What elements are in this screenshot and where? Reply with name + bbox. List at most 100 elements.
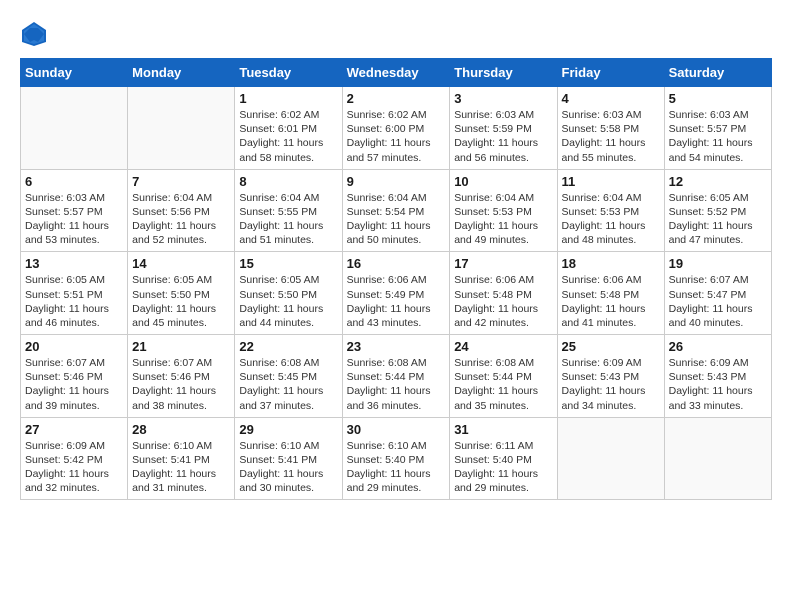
week-row-1: 1 Sunrise: 6:02 AM Sunset: 6:01 PM Daylig… [21,87,772,170]
day-number: 16 [347,256,446,271]
week-row-3: 13Sunrise: 6:05 AM Sunset: 5:51 PM Dayli… [21,252,772,335]
day-info: Sunrise: 6:05 AM Sunset: 5:51 PM Dayligh… [25,273,123,330]
day-number: 5 [669,91,767,106]
calendar-cell [557,417,664,500]
calendar-cell: 11 Sunrise: 6:04 AM Sunset: 5:53 PM Dayli… [557,169,664,252]
day-info: Sunrise: 6:02 AM Sunset: 6:00 PM Dayligh… [347,108,446,165]
day-number: 9 [347,174,446,189]
day-number: 6 [25,174,123,189]
day-number: 11 [562,174,660,189]
day-info: Sunrise: 6:04 AM Sunset: 5:55 PM Dayligh… [239,191,337,248]
day-number: 29 [239,422,337,437]
day-info: Sunrise: 6:04 AM Sunset: 5:54 PM Dayligh… [347,191,446,248]
day-number: 23 [347,339,446,354]
week-row-5: 27 Sunrise: 6:09 AM Sunset: 5:42 PM Dayli… [21,417,772,500]
day-number: 22 [239,339,337,354]
calendar-cell: 21 Sunrise: 6:07 AM Sunset: 5:46 PM Dayli… [128,335,235,418]
logo-icon [20,20,48,48]
calendar-cell: 1 Sunrise: 6:02 AM Sunset: 6:01 PM Daylig… [235,87,342,170]
day-info: Sunrise: 6:07 AM Sunset: 5:47 PM Dayligh… [669,273,767,330]
calendar-cell: 31 Sunrise: 6:11 AM Sunset: 5:40 PM Dayli… [450,417,557,500]
day-number: 20 [25,339,123,354]
weekday-header-monday: Monday [128,59,235,87]
weekday-header-thursday: Thursday [450,59,557,87]
day-info: Sunrise: 6:04 AM Sunset: 5:56 PM Dayligh… [132,191,230,248]
day-info: Sunrise: 6:04 AM Sunset: 5:53 PM Dayligh… [454,191,552,248]
week-row-2: 6Sunrise: 6:03 AM Sunset: 5:57 PM Daylig… [21,169,772,252]
calendar-cell: 29 Sunrise: 6:10 AM Sunset: 5:41 PM Dayli… [235,417,342,500]
day-info: Sunrise: 6:05 AM Sunset: 5:50 PM Dayligh… [239,273,337,330]
day-number: 14 [132,256,230,271]
day-number: 30 [347,422,446,437]
day-number: 21 [132,339,230,354]
day-number: 12 [669,174,767,189]
day-number: 24 [454,339,552,354]
day-number: 17 [454,256,552,271]
weekday-header-friday: Friday [557,59,664,87]
calendar-cell: 9 Sunrise: 6:04 AM Sunset: 5:54 PM Daylig… [342,169,450,252]
day-info: Sunrise: 6:07 AM Sunset: 5:46 PM Dayligh… [25,356,123,413]
weekday-header-sunday: Sunday [21,59,128,87]
calendar-cell: 24Sunrise: 6:08 AM Sunset: 5:44 PM Dayli… [450,335,557,418]
calendar-cell: 8 Sunrise: 6:04 AM Sunset: 5:55 PM Daylig… [235,169,342,252]
day-number: 26 [669,339,767,354]
calendar-cell: 6Sunrise: 6:03 AM Sunset: 5:57 PM Daylig… [21,169,128,252]
day-number: 1 [239,91,337,106]
calendar-cell: 5 Sunrise: 6:03 AM Sunset: 5:57 PM Daylig… [664,87,771,170]
calendar-cell: 3 Sunrise: 6:03 AM Sunset: 5:59 PM Daylig… [450,87,557,170]
day-info: Sunrise: 6:02 AM Sunset: 6:01 PM Dayligh… [239,108,337,165]
calendar-cell: 28 Sunrise: 6:10 AM Sunset: 5:41 PM Dayli… [128,417,235,500]
calendar-cell: 20 Sunrise: 6:07 AM Sunset: 5:46 PM Dayli… [21,335,128,418]
day-info: Sunrise: 6:08 AM Sunset: 5:44 PM Dayligh… [347,356,446,413]
day-info: Sunrise: 6:09 AM Sunset: 5:42 PM Dayligh… [25,439,123,496]
day-info: Sunrise: 6:09 AM Sunset: 5:43 PM Dayligh… [562,356,660,413]
day-info: Sunrise: 6:10 AM Sunset: 5:41 PM Dayligh… [132,439,230,496]
calendar-cell: 26 Sunrise: 6:09 AM Sunset: 5:43 PM Dayli… [664,335,771,418]
day-number: 28 [132,422,230,437]
day-info: Sunrise: 6:03 AM Sunset: 5:57 PM Dayligh… [669,108,767,165]
page-header [20,20,772,48]
calendar-cell: 7 Sunrise: 6:04 AM Sunset: 5:56 PM Daylig… [128,169,235,252]
day-number: 25 [562,339,660,354]
day-number: 31 [454,422,552,437]
day-number: 8 [239,174,337,189]
calendar-cell: 27 Sunrise: 6:09 AM Sunset: 5:42 PM Dayli… [21,417,128,500]
weekday-header-row: SundayMondayTuesdayWednesdayThursdayFrid… [21,59,772,87]
day-info: Sunrise: 6:11 AM Sunset: 5:40 PM Dayligh… [454,439,552,496]
day-number: 7 [132,174,230,189]
calendar-cell: 18 Sunrise: 6:06 AM Sunset: 5:48 PM Dayli… [557,252,664,335]
day-number: 10 [454,174,552,189]
day-info: Sunrise: 6:09 AM Sunset: 5:43 PM Dayligh… [669,356,767,413]
day-number: 2 [347,91,446,106]
calendar-table: SundayMondayTuesdayWednesdayThursdayFrid… [20,58,772,500]
calendar-cell: 12 Sunrise: 6:05 AM Sunset: 5:52 PM Dayli… [664,169,771,252]
day-info: Sunrise: 6:10 AM Sunset: 5:41 PM Dayligh… [239,439,337,496]
day-info: Sunrise: 6:03 AM Sunset: 5:59 PM Dayligh… [454,108,552,165]
calendar-cell: 2 Sunrise: 6:02 AM Sunset: 6:00 PM Daylig… [342,87,450,170]
calendar-cell: 19Sunrise: 6:07 AM Sunset: 5:47 PM Dayli… [664,252,771,335]
calendar-cell: 14Sunrise: 6:05 AM Sunset: 5:50 PM Dayli… [128,252,235,335]
weekday-header-tuesday: Tuesday [235,59,342,87]
day-number: 27 [25,422,123,437]
calendar-cell: 13Sunrise: 6:05 AM Sunset: 5:51 PM Dayli… [21,252,128,335]
week-row-4: 20 Sunrise: 6:07 AM Sunset: 5:46 PM Dayli… [21,335,772,418]
day-info: Sunrise: 6:04 AM Sunset: 5:53 PM Dayligh… [562,191,660,248]
day-info: Sunrise: 6:05 AM Sunset: 5:52 PM Dayligh… [669,191,767,248]
calendar-cell: 30Sunrise: 6:10 AM Sunset: 5:40 PM Dayli… [342,417,450,500]
day-number: 3 [454,91,552,106]
day-info: Sunrise: 6:07 AM Sunset: 5:46 PM Dayligh… [132,356,230,413]
calendar-cell: 23 Sunrise: 6:08 AM Sunset: 5:44 PM Dayli… [342,335,450,418]
weekday-header-saturday: Saturday [664,59,771,87]
day-number: 4 [562,91,660,106]
calendar-cell [664,417,771,500]
day-info: Sunrise: 6:06 AM Sunset: 5:48 PM Dayligh… [454,273,552,330]
calendar-cell: 25 Sunrise: 6:09 AM Sunset: 5:43 PM Dayli… [557,335,664,418]
day-info: Sunrise: 6:08 AM Sunset: 5:45 PM Dayligh… [239,356,337,413]
day-number: 18 [562,256,660,271]
day-info: Sunrise: 6:03 AM Sunset: 5:58 PM Dayligh… [562,108,660,165]
day-info: Sunrise: 6:06 AM Sunset: 5:48 PM Dayligh… [562,273,660,330]
calendar-cell: 4 Sunrise: 6:03 AM Sunset: 5:58 PM Daylig… [557,87,664,170]
calendar-cell [128,87,235,170]
logo [20,20,52,48]
calendar-cell [21,87,128,170]
